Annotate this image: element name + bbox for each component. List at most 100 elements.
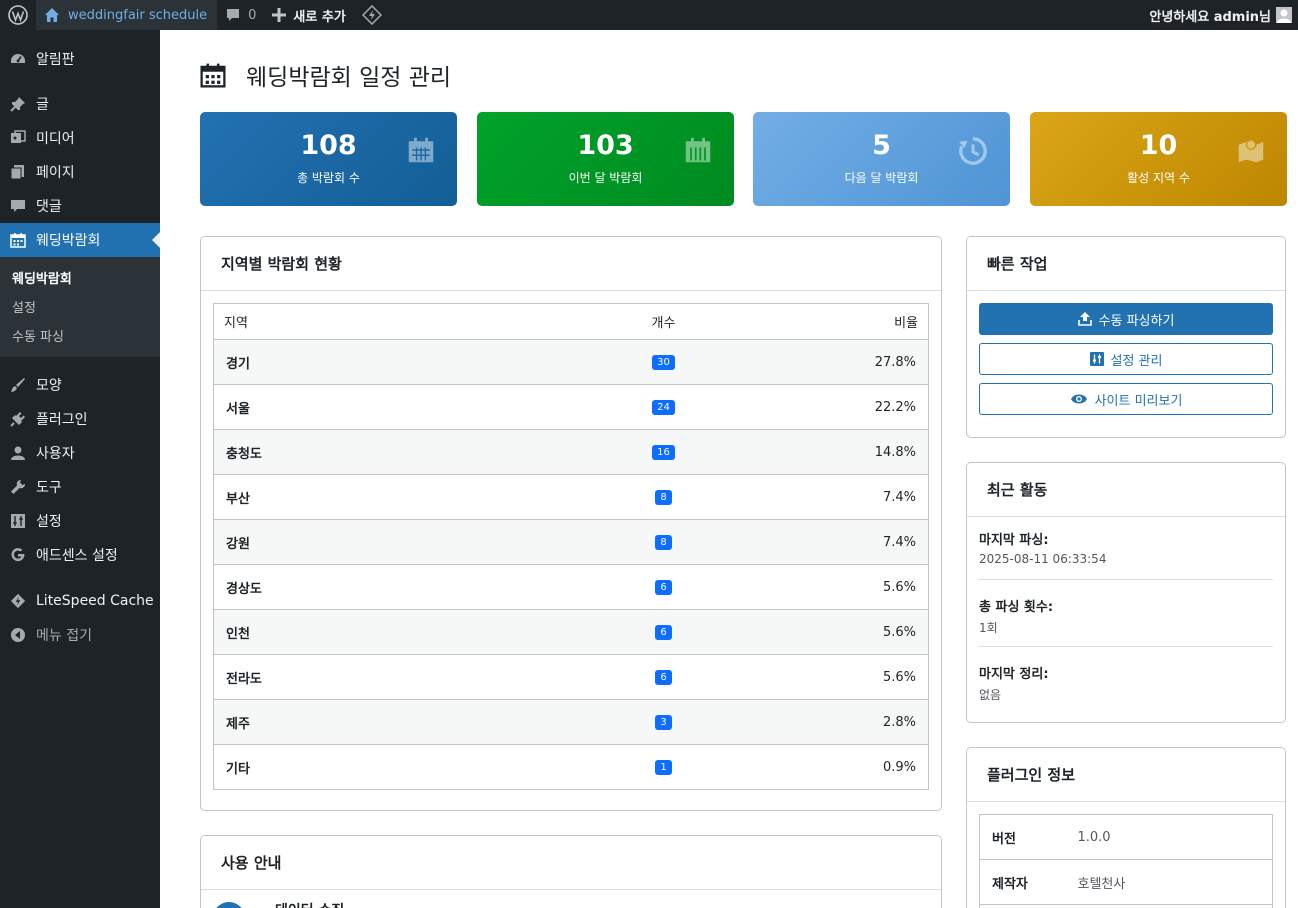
region-name: 기타 <box>213 744 634 790</box>
submenu-settings[interactable]: 설정 <box>0 292 160 321</box>
recent-activity-card: 최근 활동 마지막 파싱: 2025-08-11 06:33:54 총 파싱 횟… <box>966 462 1286 723</box>
button-label: 설정 관리 <box>1110 353 1163 369</box>
submenu-weddingfair[interactable]: 웨딩박람회 <box>0 263 160 292</box>
count-badge: 6 <box>655 625 672 640</box>
activity-label: 마지막 파싱: <box>979 533 1049 548</box>
region-ratio: 7.4% <box>693 519 929 565</box>
activity-value: 1회 <box>979 621 998 635</box>
region-ratio: 5.6% <box>693 609 929 655</box>
stat-card-active-regions: 10 활성 지역 수 <box>1030 112 1287 206</box>
menu-label: 웨딩박람회 <box>36 233 101 249</box>
menu-users[interactable]: 사용자 <box>0 436 160 470</box>
button-label: 사이트 미리보기 <box>1094 393 1183 409</box>
comments-link[interactable]: 0 <box>217 0 264 30</box>
count-badge: 8 <box>655 490 672 505</box>
page-title: 웨딩박람회 일정 관리 <box>246 65 452 91</box>
upload-icon <box>1077 312 1092 326</box>
wordpress-logo-button[interactable] <box>0 0 36 30</box>
map-icon <box>1238 139 1264 163</box>
region-table: 지역 개수 비율 경기 30 27.8% 서울 24 22.2% 충청도 16 14.8% … <box>213 303 929 790</box>
media-icon <box>11 130 26 143</box>
menu-label: 알림판 <box>36 52 75 68</box>
region-name: 전라도 <box>213 654 634 700</box>
region-ratio: 0.9% <box>693 744 929 790</box>
greeting-text: 안녕하세요 admin님 <box>1149 9 1271 25</box>
menu-adsense[interactable]: 애드센스 설정 <box>0 538 160 572</box>
table-row: 제주 3 2.8% <box>213 699 929 745</box>
region-name: 인천 <box>213 609 634 655</box>
menu-label: 도구 <box>36 480 62 496</box>
region-ratio: 2.8% <box>693 699 929 745</box>
admin-bar: weddingfair schedule 0 새로 추가 안녕하세요 admin… <box>0 0 1298 30</box>
calendar-icon <box>408 137 434 163</box>
table-row: 기타 1 0.9% <box>213 744 929 790</box>
menu-posts[interactable]: 글 <box>0 87 160 121</box>
menu-label: 미디어 <box>36 131 75 147</box>
activity-value: 없음 <box>979 688 1002 702</box>
eye-icon <box>1070 394 1087 404</box>
history-icon <box>958 137 987 165</box>
table-row: 경기 30 27.8% <box>213 339 929 385</box>
menu-label: 모양 <box>36 378 62 394</box>
my-account-link[interactable]: 안녕하세요 admin님 <box>1141 0 1298 30</box>
button-label: 수동 파싱하기 <box>1098 313 1175 329</box>
pin-icon <box>10 97 25 112</box>
info-key: 버전 <box>979 814 1066 860</box>
table-row: 제작자 호텔천사 <box>979 859 1273 905</box>
settings-icon <box>1089 352 1104 366</box>
litespeed-toolbar-button[interactable] <box>354 0 390 30</box>
site-preview-button[interactable]: 사이트 미리보기 <box>979 383 1273 415</box>
main-content: 웨딩박람회 일정 관리 108 총 박람회 수 103 이번 달 박람회 5 다… <box>160 30 1298 908</box>
region-name: 제주 <box>213 699 634 745</box>
new-content-button[interactable]: 새로 추가 <box>264 0 353 30</box>
region-name: 강원 <box>213 519 634 565</box>
count-badge: 24 <box>652 400 675 415</box>
stat-card-next-month: 5 다음 달 박람회 <box>753 112 1010 206</box>
menu-appearance[interactable]: 모양 <box>0 368 160 402</box>
calendar-icon <box>10 233 26 248</box>
table-row <box>979 904 1273 908</box>
guide-card: 사용 안내 데이터 수집 <box>200 835 942 908</box>
info-value: 1.0.0 <box>1065 814 1273 860</box>
menu-dashboard[interactable]: 알림판 <box>0 42 160 76</box>
settings-manage-button[interactable]: 설정 관리 <box>979 343 1273 375</box>
page-icon <box>10 165 24 180</box>
count-badge: 30 <box>652 355 675 370</box>
table-row: 충청도 16 14.8% <box>213 429 929 475</box>
activity-value: 2025-08-11 06:33:54 <box>979 552 1107 566</box>
activity-label: 총 파싱 횟수: <box>979 600 1054 615</box>
table-header-row: 지역 개수 비율 <box>213 303 929 340</box>
table-row: 부산 8 7.4% <box>213 474 929 520</box>
manual-parse-button[interactable]: 수동 파싱하기 <box>979 303 1273 335</box>
column-header-ratio: 비율 <box>693 303 929 340</box>
new-content-label: 새로 추가 <box>293 9 346 25</box>
count-badge: 3 <box>655 715 672 730</box>
admin-sidebar: 알림판 글 미디어 페이지 댓글 웨딩박람회 웨딩박람회 설정 수동 파싱 모양… <box>0 30 160 908</box>
menu-plugins[interactable]: 플러그인 <box>0 402 160 436</box>
menu-pages[interactable]: 페이지 <box>0 155 160 189</box>
menu-comments[interactable]: 댓글 <box>0 189 160 223</box>
user-avatar-icon <box>1277 9 1291 23</box>
menu-settings[interactable]: 설정 <box>0 504 160 538</box>
plugin-info-card: 플러그인 정보 버전 1.0.0 제작자 호텔천사 <box>966 747 1286 908</box>
collapse-menu-button[interactable]: 메뉴 접기 <box>0 618 160 652</box>
google-icon <box>11 548 25 562</box>
region-ratio: 5.6% <box>693 564 929 610</box>
menu-media[interactable]: 미디어 <box>0 121 160 155</box>
submenu-manual-parse[interactable]: 수동 파싱 <box>0 321 160 350</box>
menu-weddingfair[interactable]: 웨딩박람회 <box>0 223 160 257</box>
stat-label: 다음 달 박람회 <box>844 171 919 185</box>
menu-label: 플러그인 <box>36 412 88 428</box>
menu-tools[interactable]: 도구 <box>0 470 160 504</box>
wordpress-icon <box>8 5 28 25</box>
table-row: 인천 6 5.6% <box>213 609 929 655</box>
table-row: 경상도 6 5.6% <box>213 564 929 610</box>
site-name-link[interactable]: weddingfair schedule <box>36 0 218 30</box>
comment-icon <box>11 200 25 212</box>
region-ratio: 7.4% <box>693 474 929 520</box>
count-badge: 6 <box>655 670 672 685</box>
dashboard-icon <box>11 54 25 63</box>
menu-litespeed[interactable]: LiteSpeed Cache <box>0 584 160 618</box>
region-ratio: 14.8% <box>693 429 929 475</box>
activity-item: 총 파싱 횟수: 1회 <box>979 596 1273 647</box>
